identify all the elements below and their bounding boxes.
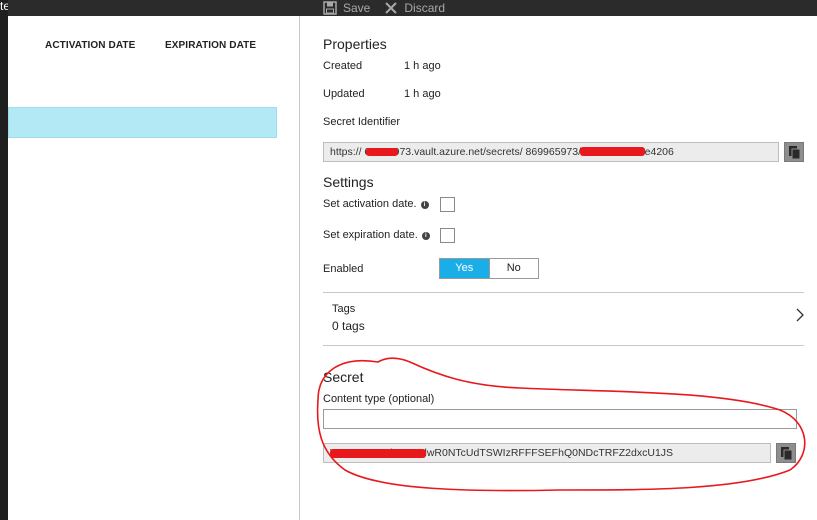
- column-header-expiration-date[interactable]: EXPIRATION DATE: [165, 40, 256, 51]
- copy-secret-button[interactable]: [776, 443, 796, 463]
- divider: [323, 345, 804, 346]
- list-blade-header: [8, 0, 300, 16]
- activation-date-checkbox[interactable]: [440, 197, 455, 212]
- info-icon[interactable]: i: [420, 201, 429, 209]
- copy-identifier-button[interactable]: [784, 142, 804, 162]
- content-type-label: Content type (optional): [323, 393, 435, 405]
- redaction-mark: [580, 147, 645, 156]
- secret-identifier-label: Secret Identifier: [323, 116, 401, 128]
- info-icon[interactable]: i: [421, 232, 430, 240]
- discard-button[interactable]: Discard: [384, 0, 445, 16]
- save-label: Save: [343, 1, 371, 15]
- close-icon: [384, 1, 398, 15]
- command-bar: Save Discard: [300, 0, 817, 16]
- redaction-mark: [330, 449, 426, 458]
- expiration-date-label-text: Set expiration date.: [323, 229, 418, 241]
- settings-heading: Settings: [323, 174, 374, 190]
- secret-version-detail-blade: Save Discard Properties Created 1 h ago …: [300, 0, 817, 520]
- discard-label: Discard: [404, 1, 446, 15]
- created-value: 1 h ago: [404, 60, 441, 72]
- selected-version-row[interactable]: [8, 107, 277, 138]
- save-icon: [323, 1, 337, 15]
- content-type-input[interactable]: [323, 409, 797, 429]
- enabled-toggle: Yes No: [439, 258, 539, 279]
- enabled-yes-option[interactable]: Yes: [440, 259, 489, 278]
- created-label: Created: [323, 60, 363, 72]
- tags-row[interactable]: Tags 0 tags: [323, 293, 804, 345]
- previous-blade-title: te: [0, 0, 8, 13]
- secret-versions-list-blade: ACTIVATION DATE EXPIRATION DATE: [8, 0, 300, 520]
- properties-heading: Properties: [323, 36, 387, 52]
- updated-value: 1 h ago: [404, 88, 441, 100]
- enabled-label: Enabled: [323, 263, 364, 275]
- expiration-date-checkbox[interactable]: [440, 228, 455, 243]
- activation-date-label-text: Set activation date.: [323, 198, 417, 210]
- updated-label: Updated: [323, 88, 365, 100]
- save-button[interactable]: Save: [323, 0, 370, 16]
- chevron-right-icon: [796, 308, 804, 327]
- tags-count: 0 tags: [332, 319, 365, 333]
- activation-date-label: Set activation date. i: [323, 198, 429, 210]
- secret-heading: Secret: [323, 369, 364, 385]
- column-header-activation-date[interactable]: ACTIVATION DATE: [45, 40, 135, 51]
- tags-title: Tags: [332, 303, 356, 315]
- redaction-mark: [366, 148, 398, 156]
- expiration-date-label: Set expiration date. i: [323, 229, 430, 241]
- enabled-no-option[interactable]: No: [488, 259, 538, 278]
- previous-blade-strip: te: [0, 0, 8, 520]
